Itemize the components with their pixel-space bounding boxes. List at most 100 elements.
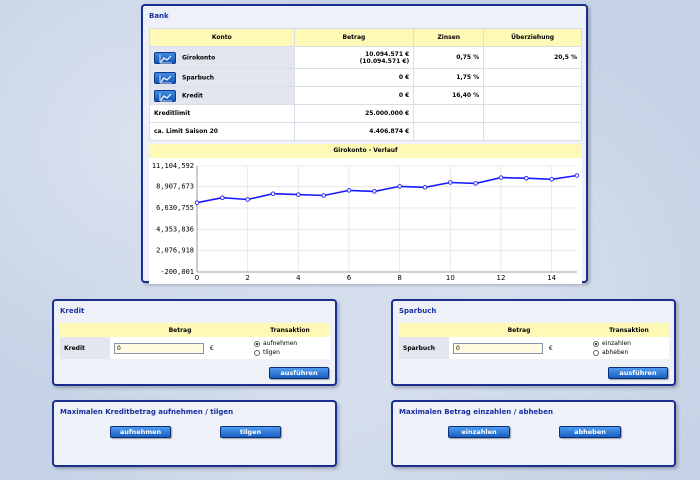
sparbuch-form-header: Betrag Transaktion (399, 323, 669, 337)
sparbuch-ueberziehung (483, 68, 582, 87)
y-tick-label: 2,076,918 (156, 247, 194, 255)
girokonto-chart: 11,104,592 8,907,673 6,630,755 4,353,836 2,0… (152, 162, 580, 282)
limit-saison-value: 4.406.874 € (293, 122, 415, 141)
series-line (196, 174, 578, 204)
kredit-option-tilgen-label: tilgen (263, 349, 280, 356)
kredit-input-cell: € (110, 337, 250, 359)
kredit-cell: Kredit (149, 86, 295, 105)
data-point (574, 173, 580, 178)
kredit-zinsen: 16,40 % (413, 86, 485, 105)
radio-selected-icon[interactable] (254, 340, 260, 347)
kredit-title: Kredit (60, 307, 85, 315)
chart-header: Girokonto - Verlauf (149, 144, 582, 158)
kredit-option-tilgen[interactable]: tilgen (254, 348, 329, 357)
data-point (321, 193, 326, 198)
empty-cell (483, 104, 582, 123)
kredit-option-aufnehmen-label: aufnehmen (263, 340, 298, 347)
girokonto-betrag: 10.094.571 € (10.094.571 €) (293, 46, 415, 69)
x-tick-label: 10 (446, 274, 455, 282)
data-point (220, 195, 225, 200)
girokonto-label: Girokonto (182, 54, 216, 61)
x-tick-label: 0 (195, 274, 199, 282)
kredit-form-table: Betrag Transaktion Kredit € aufnehmen ti… (60, 323, 330, 359)
sparbuch-submit-button[interactable]: ausführen (608, 367, 668, 379)
col-konto: Konto (149, 28, 295, 47)
kredit-ueberziehung (483, 86, 582, 105)
data-point (296, 192, 301, 197)
y-tick-label: 11,104,592 (152, 162, 194, 170)
sparbuch-col-betrag: Betrag (449, 323, 589, 337)
sparbuch-input-cell: € (449, 337, 589, 359)
data-point (422, 185, 428, 190)
radio-selected-icon[interactable] (593, 340, 599, 347)
max-spar-panel: Maximalen Betrag einzahlen / abheben ein… (391, 400, 676, 467)
x-tick-label: 2 (245, 274, 249, 282)
kredit-currency: € (209, 344, 214, 352)
max-kredit-title: Maximalen Kreditbetrag aufnehmen / tilge… (60, 408, 234, 416)
kredit-betrag: 0 € (293, 86, 415, 105)
x-tick-label: 12 (497, 274, 506, 282)
y-tick-label: -200,001 (160, 268, 194, 276)
table-row: Kreditlimit 25.000.000 € (149, 104, 582, 123)
max-kredit-aufnehmen-button[interactable]: aufnehmen (110, 426, 171, 438)
kredit-submit-button[interactable]: ausführen (269, 367, 329, 379)
radio-icon[interactable] (593, 349, 599, 356)
data-point (270, 191, 276, 196)
kredit-form-row: Kredit € aufnehmen tilgen (60, 337, 330, 359)
kredit-amount-input[interactable] (114, 342, 204, 354)
bank-title: Bank (149, 12, 169, 20)
data-point (549, 177, 554, 182)
x-tick-label: 14 (547, 274, 556, 282)
sparbuch-form-row: Sparbuch € einzahlen abheben (399, 337, 669, 359)
kredit-radio-cell: aufnehmen tilgen (250, 337, 330, 359)
table-row: Girokonto 10.094.571 € (10.094.571 €) 0,7… (149, 46, 582, 69)
col-zinsen: Zinsen (413, 28, 485, 47)
limit-saison-label: ca. Limit Saison 20 (149, 122, 295, 141)
sparbuch-option-abheben[interactable]: abheben (593, 348, 668, 357)
empty-cell (413, 104, 485, 123)
col-ueberziehung: Überziehung (483, 28, 582, 47)
data-point (346, 188, 352, 193)
data-point (397, 184, 402, 189)
max-kredit-tilgen-button[interactable]: tilgen (220, 426, 281, 438)
data-point (245, 197, 250, 202)
chart-icon[interactable] (154, 89, 176, 102)
chart-container: 11,104,592 8,907,673 6,630,755 4,353,836 2,0… (149, 158, 582, 284)
x-tick-label: 6 (347, 274, 352, 282)
girokonto-ueberziehung: 20,5 % (483, 46, 582, 69)
chart-icon[interactable] (154, 71, 176, 84)
sparbuch-title: Sparbuch (399, 307, 437, 315)
y-tick-label: 8,907,673 (156, 183, 194, 191)
empty-header (399, 323, 449, 337)
girokonto-betrag-available: (10.094.571 €) (359, 57, 410, 65)
sparbuch-zinsen: 1,75 % (413, 68, 485, 87)
table-row: ca. Limit Saison 20 4.406.874 € (149, 122, 582, 141)
empty-cell (413, 122, 485, 141)
kreditlimit-label: Kreditlimit (149, 104, 295, 123)
girokonto-betrag-value: 10.094.571 € (365, 50, 410, 58)
sparbuch-betrag: 0 € (293, 68, 415, 87)
sparbuch-panel: Sparbuch Betrag Transaktion Sparbuch € e… (391, 299, 676, 386)
sparbuch-amount-input[interactable] (453, 342, 543, 354)
sparbuch-option-abheben-label: abheben (602, 349, 629, 356)
sparbuch-currency: € (548, 344, 553, 352)
empty-cell (483, 122, 582, 141)
kredit-form-header: Betrag Transaktion (60, 323, 330, 337)
max-spar-einzahlen-button[interactable]: einzahlen (448, 426, 510, 438)
table-row: Sparbuch 0 € 1,75 % (149, 68, 582, 87)
chart-icon[interactable] (154, 51, 176, 64)
radio-icon[interactable] (254, 349, 260, 356)
sparbuch-option-einzahlen-label: einzahlen (602, 340, 631, 347)
sparbuch-radio-cell: einzahlen abheben (589, 337, 669, 359)
girokonto-zinsen: 0,75 % (413, 46, 485, 69)
kredit-option-aufnehmen[interactable]: aufnehmen (254, 339, 329, 348)
max-kredit-panel: Maximalen Kreditbetrag aufnehmen / tilge… (52, 400, 337, 467)
kreditlimit-value: 25.000.000 € (293, 104, 415, 123)
x-tick-label: 8 (397, 274, 401, 282)
data-point (498, 175, 504, 180)
kredit-row-label: Kredit (60, 337, 110, 359)
sparbuch-option-einzahlen[interactable]: einzahlen (593, 339, 668, 348)
girokonto-cell: Girokonto (149, 46, 295, 69)
sparbuch-label: Sparbuch (182, 74, 215, 81)
max-spar-abheben-button[interactable]: abheben (559, 426, 621, 438)
